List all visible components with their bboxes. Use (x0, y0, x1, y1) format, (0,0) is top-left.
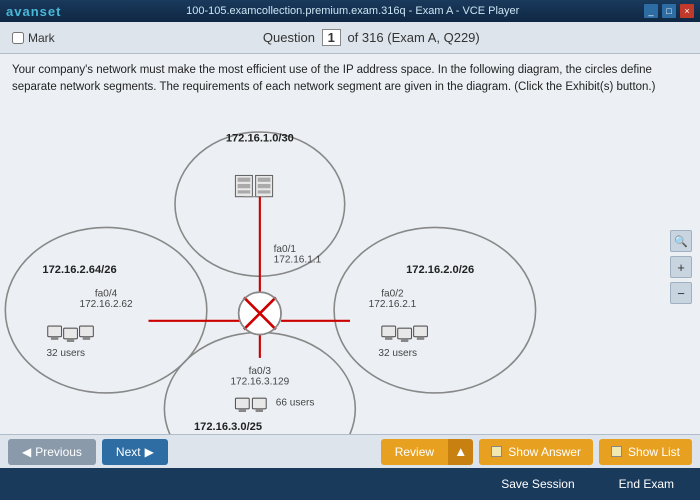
mark-label: Mark (28, 31, 55, 45)
svg-text:fa0/1: fa0/1 (274, 243, 297, 254)
navigation-toolbar: ◀ Previous Next ▶ Review ▲ Show Answer S… (0, 434, 700, 468)
svg-text:66 users: 66 users (276, 397, 315, 408)
svg-text:fa0/3: fa0/3 (249, 365, 272, 376)
prev-arrow-icon: ◀ (22, 445, 31, 459)
zoom-out-button[interactable]: − (670, 282, 692, 304)
end-exam-button[interactable]: End Exam (601, 470, 692, 498)
window-controls[interactable]: _ □ × (644, 4, 694, 18)
previous-button[interactable]: ◀ Previous (8, 439, 96, 465)
review-dropdown-button[interactable]: ▲ (448, 439, 473, 465)
svg-text:172.16.3.0/25: 172.16.3.0/25 (194, 421, 262, 433)
svg-text:32 users: 32 users (378, 347, 417, 358)
review-button-group: Review ▲ (381, 439, 474, 465)
question-number: 1 (328, 30, 335, 45)
question-header: Mark Question 1 of 316 (Exam A, Q229) (0, 22, 700, 54)
question-text: Your company's network must make the mos… (0, 54, 700, 101)
svg-text:172.16.2.64/26: 172.16.2.64/26 (42, 264, 116, 276)
svg-text:fa0/2: fa0/2 (381, 288, 404, 299)
close-button[interactable]: × (680, 4, 694, 18)
svg-text:fa0/4: fa0/4 (95, 288, 118, 299)
nav-right-buttons: Review ▲ Show Answer Show List (381, 439, 692, 465)
zoom-search-icon[interactable]: 🔍 (670, 230, 692, 252)
save-session-button[interactable]: Save Session (483, 470, 592, 498)
zoom-in-button[interactable]: + (670, 256, 692, 278)
svg-text:172.16.3.129: 172.16.3.129 (230, 376, 289, 387)
mark-checkbox[interactable] (12, 32, 24, 44)
review-button[interactable]: Review (381, 439, 448, 465)
next-arrow-icon: ▶ (145, 445, 154, 459)
next-button[interactable]: Next ▶ (102, 439, 168, 465)
svg-text:172.16.1.1: 172.16.1.1 (274, 254, 322, 265)
svg-text:172.16.1.0/30: 172.16.1.0/30 (226, 132, 294, 144)
show-answer-checkbox-icon (491, 446, 502, 457)
svg-text:32 users: 32 users (46, 347, 85, 358)
show-list-button[interactable]: Show List (599, 439, 692, 465)
diagram-area: 172.16.1.0/30 172.16.2.64/26 172.16.2.0/… (0, 101, 700, 435)
question-word: Question (263, 30, 315, 45)
zoom-controls[interactable]: 🔍 + − (670, 230, 692, 304)
svg-text:172.16.2.1: 172.16.2.1 (369, 298, 417, 309)
app-logo: avanset (6, 4, 61, 19)
mark-checkbox-group[interactable]: Mark (12, 31, 55, 45)
network-diagram: 172.16.1.0/30 172.16.2.64/26 172.16.2.0/… (0, 101, 700, 435)
maximize-button[interactable]: □ (662, 4, 676, 18)
question-total: of 316 (Exam A, Q229) (347, 30, 479, 45)
window-title: 100-105.examcollection.premium.exam.316q… (186, 5, 519, 17)
show-list-checkbox-icon (611, 446, 622, 457)
minimize-button[interactable]: _ (644, 4, 658, 18)
session-toolbar: Save Session End Exam (0, 468, 700, 500)
show-answer-button[interactable]: Show Answer (479, 439, 593, 465)
svg-text:172.16.2.62: 172.16.2.62 (79, 298, 133, 309)
svg-text:172.16.2.0/26: 172.16.2.0/26 (406, 264, 474, 276)
main-content: Mark Question 1 of 316 (Exam A, Q229) Yo… (0, 22, 700, 500)
title-bar: avanset 100-105.examcollection.premium.e… (0, 0, 700, 22)
question-info: Question 1 of 316 (Exam A, Q229) (55, 29, 688, 46)
nav-left-buttons: ◀ Previous Next ▶ (8, 439, 168, 465)
